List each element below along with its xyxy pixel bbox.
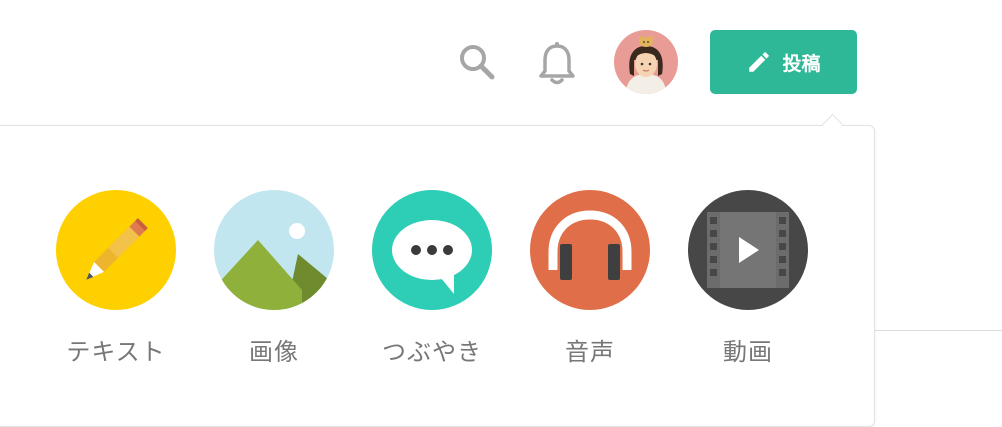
post-type-label: 画像	[249, 338, 299, 366]
search-icon	[460, 45, 495, 80]
avatar-image	[614, 30, 678, 94]
video-type-icon	[688, 190, 808, 310]
post-type-label: つぶやき	[382, 338, 482, 366]
post-type-label: テキスト	[66, 338, 166, 366]
user-avatar[interactable]	[614, 30, 678, 94]
audio-type-icon	[530, 190, 650, 310]
film-play-icon	[688, 190, 808, 310]
image-type-icon	[214, 190, 334, 310]
post-type-label: 動画	[723, 338, 773, 366]
speech-bubble-icon	[372, 190, 492, 310]
post-type-text[interactable]: テキスト	[56, 190, 176, 367]
post-type-image[interactable]: 画像	[214, 190, 334, 367]
post-type-list: テキスト 画像 つぶやき 音声 動画	[56, 190, 846, 367]
post-type-audio[interactable]: 音声	[530, 190, 650, 367]
header-bar: 投稿	[0, 0, 1002, 125]
pencil-icon	[749, 52, 770, 72]
post-type-video[interactable]: 動画	[688, 190, 808, 367]
search-button[interactable]	[452, 38, 502, 86]
pencil-icon	[56, 190, 176, 310]
post-type-tweet[interactable]: つぶやき	[372, 190, 492, 367]
bell-icon	[539, 42, 575, 85]
text-type-icon	[56, 190, 176, 310]
divider	[873, 330, 1002, 331]
notifications-button[interactable]	[532, 38, 582, 88]
tweet-type-icon	[372, 190, 492, 310]
post-button-label: 投稿	[782, 52, 821, 75]
headphones-icon	[530, 190, 650, 310]
post-button[interactable]: 投稿	[710, 30, 857, 94]
mountain-image-icon	[214, 190, 334, 310]
post-type-label: 音声	[565, 338, 615, 366]
